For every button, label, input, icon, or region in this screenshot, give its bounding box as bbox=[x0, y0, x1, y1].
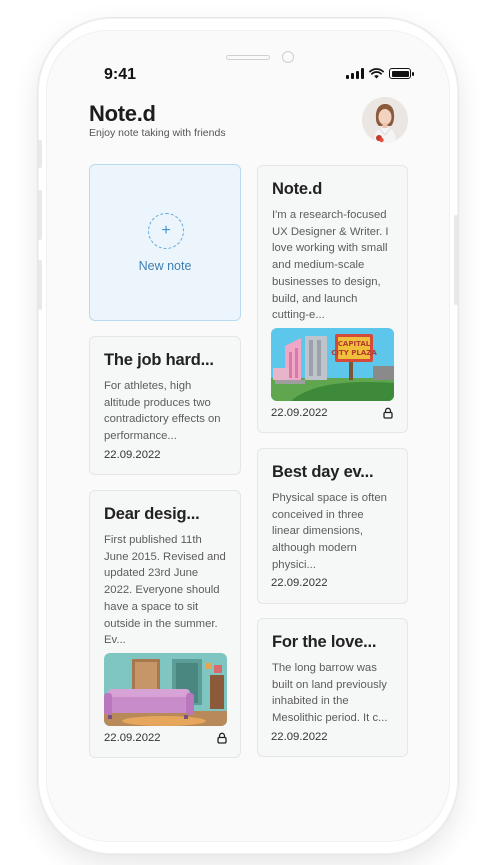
speaker-grille bbox=[226, 55, 270, 60]
note-body: The long barrow was built on land previo… bbox=[272, 662, 388, 725]
note-body: For athletes, high altitude produces two… bbox=[104, 380, 221, 443]
note-body: Physical space is often conceived in thr… bbox=[272, 492, 387, 571]
battery-icon bbox=[389, 68, 414, 79]
app-title: Note.d bbox=[89, 101, 156, 126]
lock-icon bbox=[383, 407, 393, 419]
living-room-illustration bbox=[104, 653, 227, 726]
svg-text:CAPITAL: CAPITAL bbox=[338, 340, 371, 348]
plus-icon: + bbox=[148, 213, 184, 249]
new-note-button[interactable]: + New note bbox=[89, 164, 241, 321]
note-title: For the love... bbox=[272, 633, 377, 651]
status-icons bbox=[346, 68, 414, 79]
signal-icon bbox=[346, 68, 364, 79]
new-note-label: New note bbox=[138, 259, 192, 273]
front-camera bbox=[282, 51, 294, 63]
note-title: Note.d bbox=[272, 180, 323, 198]
note-card[interactable]: The job hard... For athletes, high altit… bbox=[89, 336, 241, 475]
avatar-photo bbox=[362, 97, 408, 143]
note-date: 22.09.2022 bbox=[271, 731, 328, 743]
note-body: I'm a research-focused UX Designer & Wri… bbox=[272, 209, 389, 322]
note-body: First published 11th June 2015. Revised … bbox=[104, 534, 226, 647]
lock-icon bbox=[217, 732, 227, 744]
note-date: 22.09.2022 bbox=[271, 407, 328, 419]
status-time: 9:41 bbox=[104, 66, 137, 83]
phone-side-button bbox=[38, 140, 42, 168]
note-card[interactable]: Note.d I'm a research-focused UX Designe… bbox=[257, 165, 408, 433]
note-title: Best day ev... bbox=[272, 463, 374, 481]
app-subtitle: Enjoy note taking with friends bbox=[89, 127, 226, 139]
phone-side-button bbox=[38, 260, 42, 310]
note-title: The job hard... bbox=[104, 351, 214, 369]
note-title: Dear desig... bbox=[104, 505, 200, 523]
note-card[interactable]: For the love... The long barrow was buil… bbox=[257, 618, 408, 757]
note-date: 22.09.2022 bbox=[104, 732, 161, 744]
phone-side-button bbox=[454, 215, 458, 305]
user-avatar[interactable] bbox=[362, 97, 408, 143]
note-date: 22.09.2022 bbox=[271, 577, 328, 589]
phone-side-button bbox=[38, 190, 42, 240]
note-date: 22.09.2022 bbox=[104, 449, 161, 461]
note-card[interactable]: Dear desig... First published 11th June … bbox=[89, 490, 241, 758]
city-plaza-illustration: CAPITAL CITY PLAZA bbox=[271, 328, 394, 401]
svg-text:CITY PLAZA: CITY PLAZA bbox=[331, 349, 377, 357]
wifi-icon bbox=[369, 68, 384, 79]
note-card[interactable]: Best day ev... Physical space is often c… bbox=[257, 448, 408, 604]
